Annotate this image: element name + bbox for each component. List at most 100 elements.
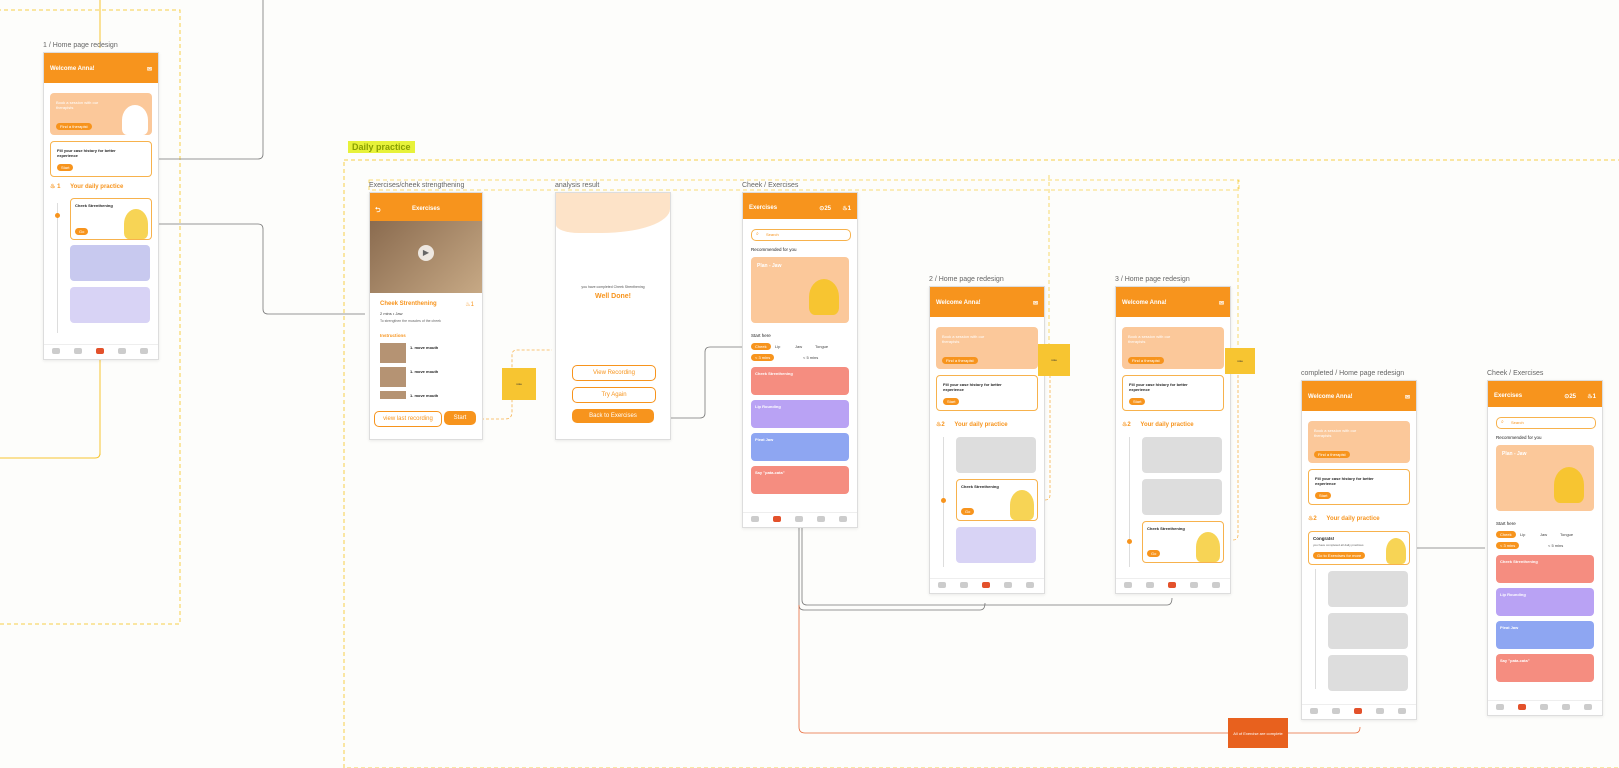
view-last-recording-button[interactable]: view last recording [374, 411, 442, 427]
mail-icon[interactable]: ✉ [1033, 300, 1038, 307]
nav-home-icon[interactable] [982, 582, 990, 588]
nav-learn-icon[interactable] [751, 516, 759, 522]
start-here-title: Start here [751, 333, 771, 338]
nav-session-icon[interactable] [118, 348, 126, 354]
nav-exercise-icon[interactable] [1332, 708, 1340, 714]
chip-5mins[interactable]: < 5 mins [803, 355, 818, 360]
nav-home-icon[interactable] [96, 348, 104, 354]
nav-exercise-icon[interactable] [74, 348, 82, 354]
nav-session-icon[interactable] [1562, 704, 1570, 710]
instruction-thumb [380, 391, 406, 399]
nav-learn-icon[interactable] [1496, 704, 1504, 710]
back-to-exercises-button[interactable]: Back to Exercises [572, 409, 654, 423]
nav-exercise-icon[interactable] [773, 516, 781, 522]
search-icon: ⌕ [756, 231, 759, 237]
chip-cheek[interactable]: Cheek [751, 343, 771, 350]
welcome-title: Welcome Anna! [936, 300, 981, 306]
nav-profile-icon[interactable] [839, 516, 847, 522]
case-history-card: Fill your case history for better experi… [50, 141, 152, 177]
chip-tongue[interactable]: Tongue [815, 344, 828, 349]
nav-learn-icon[interactable] [52, 348, 60, 354]
exercise-card-cheek[interactable]: Cheek Strenthening [751, 367, 849, 395]
nav-home-icon[interactable] [1168, 582, 1176, 588]
exercise-card-pata[interactable]: Say "pata-cata" [1496, 654, 1594, 682]
nav-home-icon[interactable] [1540, 704, 1548, 710]
exercise-card-locked [70, 287, 150, 323]
person-illustration [1010, 490, 1034, 520]
completed-text: you have completed Cheek Strenthening [581, 285, 645, 289]
nav-session-icon[interactable] [1190, 582, 1198, 588]
nav-learn-icon[interactable] [1124, 582, 1132, 588]
instruction-thumb [380, 343, 406, 363]
video-thumbnail[interactable]: ▶ [370, 221, 482, 293]
nav-exercise-icon[interactable] [960, 582, 968, 588]
nav-exercise-icon[interactable] [1518, 704, 1526, 710]
plan-title: Plan - Jaw [1502, 451, 1527, 457]
chip-tongue[interactable]: Tongue [1560, 532, 1573, 537]
plan-card[interactable]: Plan - Jaw [1496, 445, 1594, 511]
nav-home-icon[interactable] [1354, 708, 1362, 714]
nav-profile-icon[interactable] [1398, 708, 1406, 714]
cheek-card[interactable]: Cheek Strenthening Go [1142, 521, 1224, 563]
daily-practice-title: Your daily practice [1140, 422, 1194, 428]
search-icon: ⌕ [1501, 419, 1504, 425]
case-start-button[interactable]: Start [1129, 398, 1146, 405]
book-therapist-card: Book a session with our therapists Find … [1308, 421, 1410, 463]
section-title: Daily practice [348, 141, 415, 153]
nav-session-icon[interactable] [1004, 582, 1012, 588]
find-therapist-button[interactable]: Find a therapist [942, 357, 978, 364]
nav-profile-icon[interactable] [1584, 704, 1592, 710]
daily-practice-header: ♨2 Your daily practice [936, 422, 1008, 428]
go-button[interactable]: Go [1147, 550, 1161, 557]
timeline-dot [941, 498, 946, 503]
case-start-button[interactable]: Start [1315, 492, 1332, 499]
nav-profile-icon[interactable] [1212, 582, 1220, 588]
search-input[interactable]: ⌕ Search [751, 229, 851, 241]
chip-lip[interactable]: Lip [775, 344, 780, 349]
exercise-card-jaw[interactable]: Pleat Jaw [1496, 621, 1594, 649]
cheek-card[interactable]: Cheek Strenthening Go [70, 198, 152, 240]
chip-lip[interactable]: Lip [1520, 532, 1525, 537]
find-therapist-button[interactable]: Find a therapist [1128, 357, 1164, 364]
exercise-card-lip[interactable]: Lip Rounding [751, 400, 849, 428]
exercise-card-pata[interactable]: Say "pata-cata" [751, 466, 849, 494]
nav-profile-icon[interactable] [140, 348, 148, 354]
find-therapist-button[interactable]: Find a therapist [1314, 451, 1350, 458]
chip-3mins[interactable]: < 3 mins [751, 354, 775, 361]
nav-exercise-icon[interactable] [1146, 582, 1154, 588]
exercise-card-jaw[interactable]: Pleat Jaw [751, 433, 849, 461]
mail-icon[interactable]: ✉ [1219, 300, 1224, 307]
go-exercises-button[interactable]: Go to Exercises for more [1313, 552, 1366, 559]
chip-5mins[interactable]: < 5 mins [1548, 543, 1563, 548]
nav-session-icon[interactable] [817, 516, 825, 522]
mail-icon[interactable]: ✉ [1405, 394, 1410, 401]
plan-card[interactable]: Plan - Jaw [751, 257, 849, 323]
nav-session-icon[interactable] [1376, 708, 1384, 714]
nav-profile-icon[interactable] [1026, 582, 1034, 588]
exercise-card-cheek[interactable]: Cheek Strenthening [1496, 555, 1594, 583]
chip-3mins[interactable]: < 3 mins [1496, 542, 1520, 549]
cheek-card-title: Cheek Strenthening [75, 203, 113, 208]
play-icon[interactable]: ▶ [418, 245, 434, 261]
case-start-button[interactable]: Start [57, 164, 74, 171]
view-recording-button[interactable]: View Recording [572, 365, 656, 381]
nav-home-icon[interactable] [795, 516, 803, 522]
chip-cheek[interactable]: Cheek [1496, 531, 1516, 538]
go-button[interactable]: Go [75, 228, 89, 235]
case-start-button[interactable]: Start [943, 398, 960, 405]
chip-jaw[interactable]: Jaw [795, 344, 802, 349]
exercise-card-lip[interactable]: Lip Rounding [1496, 588, 1594, 616]
cheek-card[interactable]: Cheek Strenthening Go [956, 479, 1038, 521]
mail-icon[interactable]: ✉ [147, 66, 152, 73]
try-again-button[interactable]: Try Again [572, 387, 656, 403]
nav-learn-icon[interactable] [938, 582, 946, 588]
search-input[interactable]: ⌕ Search [1496, 417, 1596, 429]
bottom-nav [1116, 578, 1230, 593]
bottom-nav [930, 578, 1044, 593]
chip-jaw[interactable]: Jaw [1540, 532, 1547, 537]
nav-learn-icon[interactable] [1310, 708, 1318, 714]
go-button[interactable]: Go [961, 508, 975, 515]
find-therapist-button[interactable]: Find a therapist [56, 123, 92, 130]
daily-practice-header: ♨ 1 Your daily practice [50, 183, 123, 190]
exercise-start-button[interactable]: Start [444, 411, 476, 425]
